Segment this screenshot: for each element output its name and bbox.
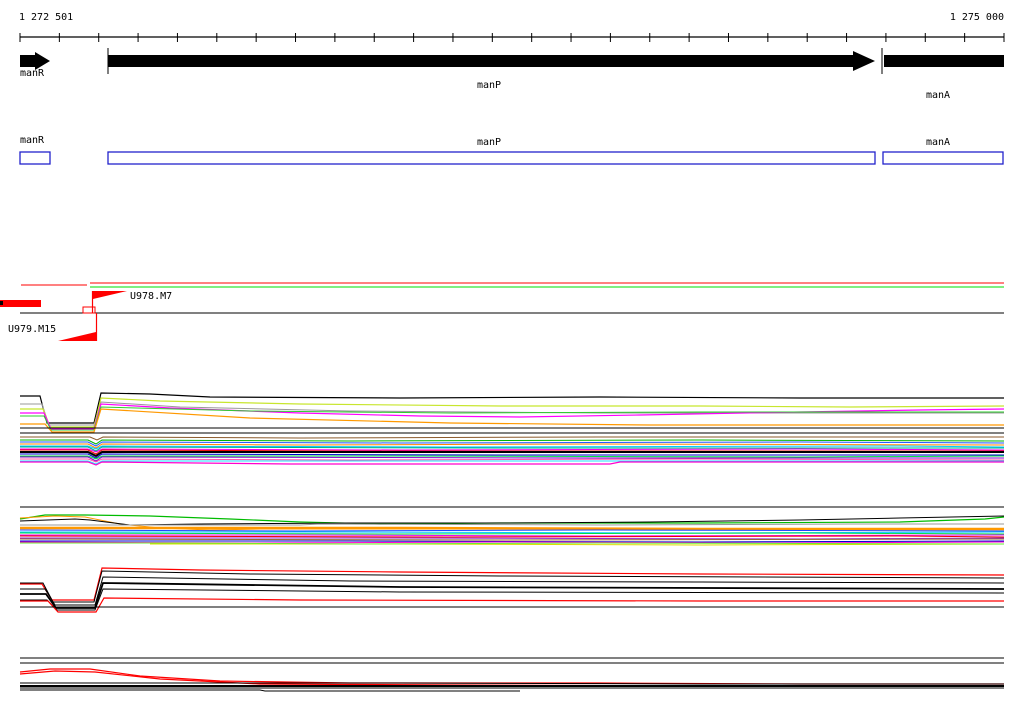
- gene-arrow-label-manA: manA: [926, 90, 951, 101]
- genome-browser-view: 1 272 501 1 275 000 manR manP manA manR …: [0, 0, 1024, 714]
- expression-profile-line-band2: [20, 526, 1004, 531]
- red-feature-bar[interactable]: [0, 300, 41, 307]
- feature-label-U978-M7: U978.M7: [130, 291, 173, 302]
- expression-profile-line-band4: [19, 668, 1004, 685]
- expression-profile-line-band2: [19, 532, 1005, 535]
- expression-profile-line-band4: [20, 689, 520, 692]
- gene-box-label-manA: manA: [926, 137, 951, 148]
- region-end-coordinate: 1 275 000: [949, 12, 1004, 23]
- gene-box-manP[interactable]: [107, 151, 876, 165]
- expression-profile-line-band1: [20, 436, 1004, 441]
- genome-browser-canvas[interactable]: [0, 0, 1024, 714]
- gene-arrow-label-manR: manR: [20, 68, 45, 79]
- expression-profile-line-band1: [20, 406, 1004, 431]
- flag-U979[interactable]: [58, 332, 96, 341]
- expression-profile-line-band2: [19, 538, 1005, 541]
- small-red-outline-box[interactable]: [82, 306, 96, 314]
- expression-profile-line-band1: [20, 461, 1004, 466]
- gene-arrow-manP[interactable]: [108, 51, 875, 71]
- expression-profile-line-band3: [20, 582, 1005, 609]
- gene-box-manR[interactable]: [19, 151, 51, 165]
- gene-arrow-manA[interactable]: [884, 55, 1004, 67]
- red-bar-tick: [0, 301, 3, 305]
- gene-box-label-manR: manR: [20, 135, 45, 146]
- gene-arrow-label-manP: manP: [477, 80, 502, 91]
- expression-profile-line-band3: [20, 597, 1004, 613]
- region-start-coordinate: 1 272 501: [19, 12, 74, 23]
- gene-box-manA[interactable]: [882, 151, 1004, 165]
- expression-profile-line-band2: [19, 529, 1005, 532]
- gene-box-label-manP: manP: [477, 137, 502, 148]
- flag-U978[interactable]: [93, 291, 127, 299]
- feature-label-U979-M15: U979.M15: [8, 324, 57, 335]
- expression-profile-line-band4: [20, 682, 1004, 685]
